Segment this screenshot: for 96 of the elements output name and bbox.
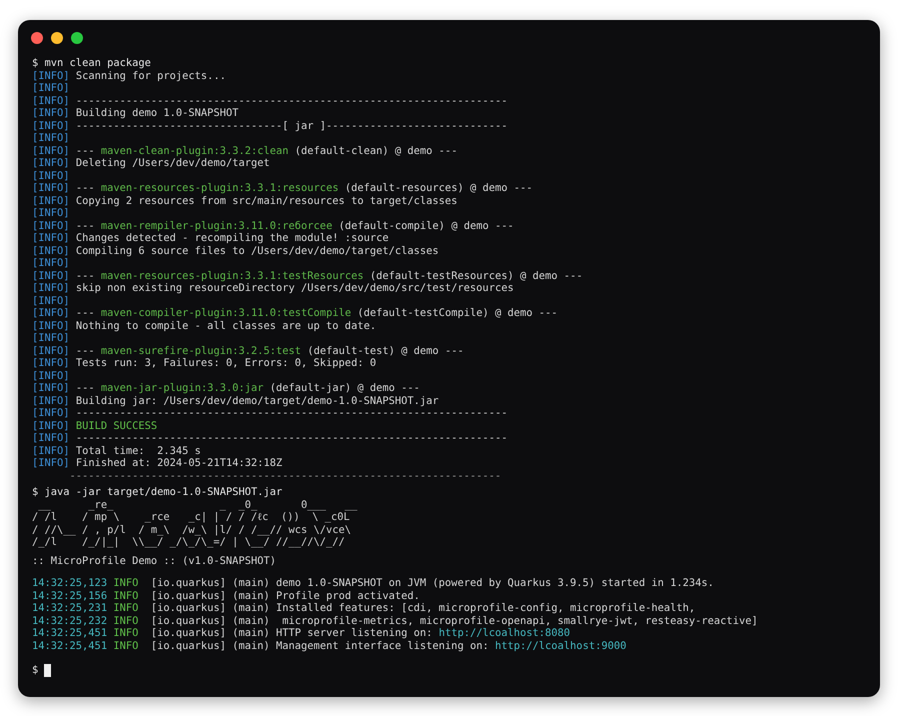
log-level-tag: [INFO]: [32, 82, 70, 94]
log-level-tag: [INFO]: [32, 270, 70, 282]
log-timestamp: 14:32:25,231: [32, 602, 108, 614]
log-message: ---------------------------------------------------------------------: [76, 407, 508, 419]
log-message: Building demo 1.0-SNAPSHOT: [76, 107, 238, 119]
log-timestamp: 14:32:25,451: [32, 627, 108, 639]
log-message: ---------------------------------------------------------------------: [76, 432, 508, 444]
log-level-tag: [INFO]: [32, 94, 70, 106]
log-message: Building jar: /Users/dev/demo/target/demo-1.0-SNAPSHOT.jar: [76, 394, 439, 406]
log-level: INFO: [113, 590, 138, 602]
log-message: Total time: 2.345 s: [76, 444, 201, 456]
log-message: (main) Management interface listening on: http://lcoalhost:9000: [232, 640, 626, 652]
logger-name: [io.quarkus]: [150, 640, 226, 652]
window-control-button[interactable]: [31, 32, 43, 44]
log-message: ---------------------------------------------------------------------: [76, 94, 508, 106]
log-message: skip non existing resourceDirectory /Users/dev/demo/src/test/resources: [76, 282, 514, 294]
log-level: INFO: [113, 602, 138, 614]
log-level: INFO: [113, 640, 138, 652]
prompt-symbol: $: [32, 664, 38, 676]
separator-text: ---------------------------------------------------------------------: [70, 470, 502, 482]
log-message: --- maven-clean-plugin:3.3.2:clean (default-clean) @ demo ---: [76, 144, 458, 156]
log-timestamp: 14:32:25,156: [32, 590, 108, 602]
log-level-tag: [INFO]: [32, 194, 70, 206]
ascii-art-line: /_/l /_/|_| \\__/ _/\_/\_=/ | \__/ //__//\/_//: [32, 536, 345, 548]
log-level-tag: [INFO]: [32, 170, 70, 182]
log-level-tag: [INFO]: [32, 370, 70, 382]
log-level-tag: [INFO]: [32, 407, 70, 419]
build-status: BUILD SUCCESS: [76, 420, 158, 432]
prompt-symbol: $: [32, 486, 38, 498]
log-level-tag: [INFO]: [32, 132, 70, 144]
log-message: Copying 2 resources from src/main/resources to target/classes: [76, 194, 458, 206]
log-message: Tests run: 3, Failures: 0, Errors: 0, Skipped: 0: [76, 357, 376, 369]
prompt-symbol: $: [32, 57, 38, 69]
log-message: (main) Installed features: [cdi, microprofile-config, microprofile-health,: [232, 602, 696, 614]
log-level-tag: [INFO]: [32, 432, 70, 444]
log-level-tag: [INFO]: [32, 244, 70, 256]
logger-name: [io.quarkus]: [150, 602, 226, 614]
log-message: Deleting /Users/dev/demo/target: [76, 157, 270, 169]
log-level-tag: [INFO]: [32, 394, 70, 406]
log-message: (main) demo 1.0-SNAPSHOT on JVM (powered by Quarkus 3.9.5) started in 1.234s.: [232, 577, 714, 589]
log-message: --- maven-resources-plugin:3.3.1:testResources (default-testResources) @ demo ---: [76, 270, 583, 282]
log-level-tag: [INFO]: [32, 70, 70, 82]
link[interactable]: http://lcoalhost:8080: [438, 627, 570, 639]
logger-name: [io.quarkus]: [150, 577, 226, 589]
logger-name: [io.quarkus]: [150, 627, 226, 639]
log-level: INFO: [113, 577, 138, 589]
window-control-button[interactable]: [71, 32, 83, 44]
log-level-tag: [INFO]: [32, 307, 70, 319]
log-timestamp: 14:32:25,232: [32, 614, 108, 626]
command-text: java -jar target/demo-1.0-SNAPSHOT.jar: [44, 486, 282, 498]
log-message: (main) HTTP server listening on: http://lcoalhost:8080: [232, 627, 570, 639]
ascii-art-line: __ _re_ _ _0_ 0___ __: [37, 498, 358, 510]
log-message: --- maven-compiler-plugin:3.11.0:testCompile (default-testCompile) @ demo ---: [76, 307, 558, 319]
log-level-tag: [INFO]: [32, 420, 70, 432]
log-level-tag: [INFO]: [32, 220, 70, 232]
log-message: (main) Profile prod activated.: [232, 590, 420, 602]
log-level-tag: [INFO]: [32, 157, 70, 169]
log-level-tag: [INFO]: [32, 182, 70, 194]
log-level-tag: [INFO]: [32, 357, 70, 369]
log-level-tag: [INFO]: [32, 444, 70, 456]
log-level-tag: [INFO]: [32, 207, 70, 219]
log-level-tag: [INFO]: [32, 320, 70, 332]
log-timestamp: 14:32:25,451: [32, 640, 108, 652]
window-control-button[interactable]: [51, 32, 63, 44]
log-message: --- maven-jar-plugin:3.3.0:jar (default-jar) @ demo ---: [76, 382, 420, 394]
log-message: Finished at: 2024-05-21T14:32:18Z: [76, 457, 282, 469]
log-message: Compiling 6 source files to /Users/dev/demo/target/classes: [76, 244, 439, 256]
log-message: --- maven-rempiler-plugin:3.11.0:reбorcee (default-compile) @ demo ---: [76, 220, 514, 232]
log-message: --- maven-surefire-plugin:3.2.5:test (default-test) @ demo ---: [76, 344, 464, 356]
log-level: INFO: [113, 627, 138, 639]
log-level-tag: [INFO]: [32, 232, 70, 244]
banner-text: :: MicroProfile Demo :: (v1.0-SNAPSHOT): [32, 554, 276, 566]
log-level: INFO: [113, 614, 138, 626]
log-message: --- maven-resources-plugin:3.3.1:resources (default-resources) @ demo ---: [76, 182, 533, 194]
log-level-tag: [INFO]: [32, 382, 70, 394]
log-level-tag: [INFO]: [32, 120, 70, 132]
logger-name: [io.quarkus]: [150, 590, 226, 602]
log-timestamp: 14:32:25,123: [32, 577, 108, 589]
log-message: ---------------------------------[ jar ]-----------------------------: [76, 120, 508, 132]
log-message: Changes detected - recompiling the module! :source: [76, 232, 389, 244]
log-level-tag: [INFO]: [32, 344, 70, 356]
log-level-tag: [INFO]: [32, 282, 70, 294]
log-level-tag: [INFO]: [32, 144, 70, 156]
log-level-tag: [INFO]: [32, 107, 70, 119]
command-text: mvn clean package: [44, 57, 151, 69]
link[interactable]: http://lcoalhost:9000: [494, 640, 626, 652]
log-message: (main) microprofile-metrics, microprofile-openapi, smallrye-jwt, resteasy-reactive]: [232, 614, 758, 626]
log-message: Scanning for projects...: [76, 70, 226, 82]
ascii-art-line: / /l / mp \ _rce _c| | / / /ℓc ()) \ _c0L: [32, 511, 350, 523]
logger-name: [io.quarkus]: [150, 614, 226, 626]
log-message: Nothing to compile - all classes are up to date.: [76, 320, 376, 332]
log-level-tag: [INFO]: [32, 257, 70, 269]
log-level-tag: [INFO]: [32, 294, 70, 306]
log-level-tag: [INFO]: [32, 332, 70, 344]
log-level-tag: [INFO]: [32, 457, 70, 469]
ascii-art-line: / //\__ / , p/l / m_\ /w_\ |l/ / /__// wcs \/vce\: [32, 524, 352, 536]
